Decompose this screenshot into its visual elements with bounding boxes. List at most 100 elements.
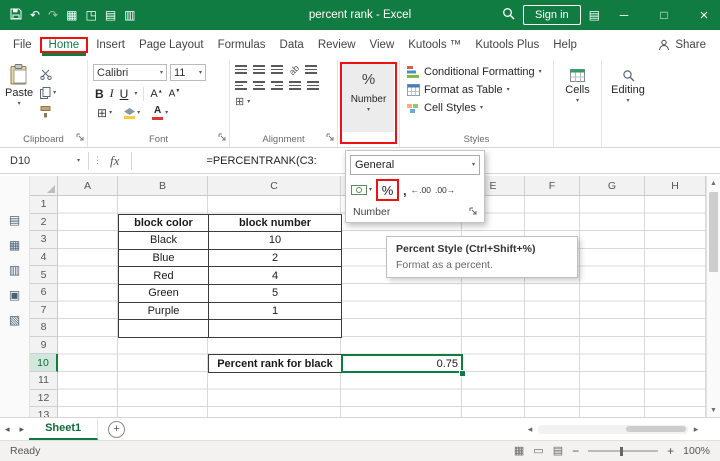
pane-columns-icon[interactable]: ▥ (9, 264, 20, 276)
cell-C7[interactable]: 1 (208, 302, 342, 321)
cell-C3[interactable]: 10 (208, 231, 342, 250)
decrease-decimal-button[interactable]: .00→ (435, 185, 455, 195)
row-header-1[interactable]: 1 (30, 196, 58, 214)
row-header-3[interactable]: 3 (30, 231, 58, 249)
scroll-up-icon[interactable]: ▲ (707, 176, 720, 190)
qat-chart-icon[interactable]: ▦ (66, 9, 77, 21)
tab-kutools[interactable]: Kutools ™ (401, 34, 468, 56)
percent-style-button[interactable]: % (376, 179, 399, 201)
tab-review[interactable]: Review (311, 34, 363, 56)
hscroll-thumb[interactable] (626, 426, 686, 432)
conditional-formatting-button[interactable]: Conditional Formatting ▾ (405, 65, 548, 79)
tab-file[interactable]: File (6, 34, 39, 56)
wrap-text-button[interactable] (305, 64, 317, 75)
row-header-4[interactable]: 4 (30, 249, 58, 267)
zoom-level[interactable]: 100% (683, 445, 710, 457)
maximize-button[interactable]: □ (648, 0, 680, 30)
insert-function-button[interactable]: fx (110, 153, 119, 169)
vertical-scroll-thumb[interactable] (709, 192, 718, 272)
pane-workbook-icon[interactable]: ▤ (9, 214, 20, 226)
cell-C5[interactable]: 4 (208, 266, 342, 285)
hscroll-left-icon[interactable]: ◂ (522, 424, 538, 435)
decrease-font-size-button[interactable]: A▼ (169, 88, 181, 99)
cell-C10[interactable]: Percent rank for black (208, 354, 342, 373)
pane-advanced-icon[interactable]: ▧ (9, 314, 20, 326)
clipboard-dialog-launcher-icon[interactable] (76, 132, 84, 144)
tab-insert[interactable]: Insert (89, 34, 132, 56)
pane-names-icon[interactable]: ▣ (9, 289, 20, 301)
zoom-in-button[interactable]: + (667, 444, 674, 458)
merge-center-button[interactable]: ⊞ (235, 95, 244, 108)
formula-bar-handle[interactable]: ⋮ (93, 155, 102, 166)
decrease-indent-button[interactable] (289, 80, 301, 91)
sheet-tab-sheet1[interactable]: Sheet1 (29, 418, 98, 440)
cut-button[interactable] (38, 67, 58, 81)
row-header-2[interactable]: 2 (30, 214, 58, 232)
cell-styles-button[interactable]: Cell Styles ▾ (405, 101, 548, 115)
row-header-10[interactable]: 10 (30, 354, 58, 372)
cell-B5[interactable]: Red (118, 266, 209, 285)
tab-help[interactable]: Help (546, 34, 584, 56)
normal-view-icon[interactable]: ▦ (514, 446, 524, 457)
save-icon[interactable] (10, 8, 22, 23)
cells-area[interactable]: block color block number Black 10 Blue 2… (58, 196, 706, 417)
share-button[interactable]: Share (658, 39, 720, 51)
font-size-select[interactable]: 11▾ (170, 64, 206, 81)
undo-icon[interactable]: ↶ (30, 9, 40, 21)
borders-button[interactable]: ⊞▾ (95, 105, 114, 121)
align-top-button[interactable] (235, 64, 247, 75)
row-header-5[interactable]: 5 (30, 266, 58, 284)
italic-button[interactable]: I (110, 86, 114, 101)
font-dialog-launcher-icon[interactable] (218, 132, 226, 144)
scroll-down-icon[interactable]: ▼ (707, 403, 720, 417)
redo-icon[interactable]: ↷ (48, 9, 58, 21)
cell-B6[interactable]: Green (118, 284, 209, 303)
cell-C8[interactable] (208, 319, 342, 338)
align-middle-button[interactable] (253, 64, 265, 75)
cell-B2[interactable]: block color (118, 214, 209, 233)
number-dialog-launcher-icon[interactable] (469, 206, 477, 218)
page-break-view-icon[interactable]: ▤ (553, 446, 563, 457)
align-bottom-button[interactable] (271, 64, 283, 75)
zoom-out-button[interactable]: − (572, 444, 579, 458)
column-header-C[interactable]: C (208, 176, 341, 196)
cell-C2[interactable]: block number (208, 214, 342, 233)
number-format-button[interactable]: % Number ▾ (343, 64, 394, 132)
number-format-select[interactable]: General ▾ (350, 155, 480, 175)
orientation-button[interactable]: ab (287, 62, 301, 76)
tab-view[interactable]: View (363, 34, 402, 56)
column-header-H[interactable]: H (645, 176, 706, 196)
row-header-9[interactable]: 9 (30, 337, 58, 355)
row-header-11[interactable]: 11 (30, 372, 58, 390)
column-header-A[interactable]: A (58, 176, 118, 196)
column-header-G[interactable]: G (580, 176, 645, 196)
row-header-8[interactable]: 8 (30, 319, 58, 337)
column-header-F[interactable]: F (525, 176, 580, 196)
sign-in-button[interactable]: Sign in (523, 5, 581, 25)
tab-page-layout[interactable]: Page Layout (132, 34, 211, 56)
cell-B8[interactable] (118, 319, 209, 338)
formula-input[interactable]: =PERCENTRANK(C3: (206, 155, 316, 167)
row-header-12[interactable]: 12 (30, 390, 58, 408)
accounting-format-button[interactable]: ▾ (351, 185, 372, 195)
cells-button[interactable]: Cells ▾ (559, 64, 596, 104)
format-painter-button[interactable] (38, 105, 58, 119)
paste-button[interactable]: Paste ▾ (5, 64, 33, 119)
tab-data[interactable]: Data (273, 34, 311, 56)
fill-color-button[interactable]: ▾ (122, 107, 142, 120)
pane-worksheet-icon[interactable]: ▦ (9, 239, 20, 251)
align-right-button[interactable] (271, 80, 283, 91)
align-center-button[interactable] (253, 80, 265, 91)
alignment-dialog-launcher-icon[interactable] (326, 132, 334, 144)
zoom-slider[interactable] (588, 450, 658, 452)
tab-kutools-plus[interactable]: Kutools Plus (468, 34, 546, 56)
close-button[interactable]: × (688, 0, 720, 30)
tab-home[interactable]: Home (42, 34, 87, 56)
cell-C4[interactable]: 2 (208, 249, 342, 268)
font-color-button[interactable]: A▾ (150, 105, 170, 121)
column-header-B[interactable]: B (118, 176, 208, 196)
qat-pane-icon[interactable]: ▥ (124, 9, 135, 21)
horizontal-scrollbar[interactable]: ◂ ▸ (522, 418, 720, 440)
hscroll-track[interactable] (538, 425, 688, 434)
increase-decimal-button[interactable]: ←.00 (411, 185, 431, 195)
